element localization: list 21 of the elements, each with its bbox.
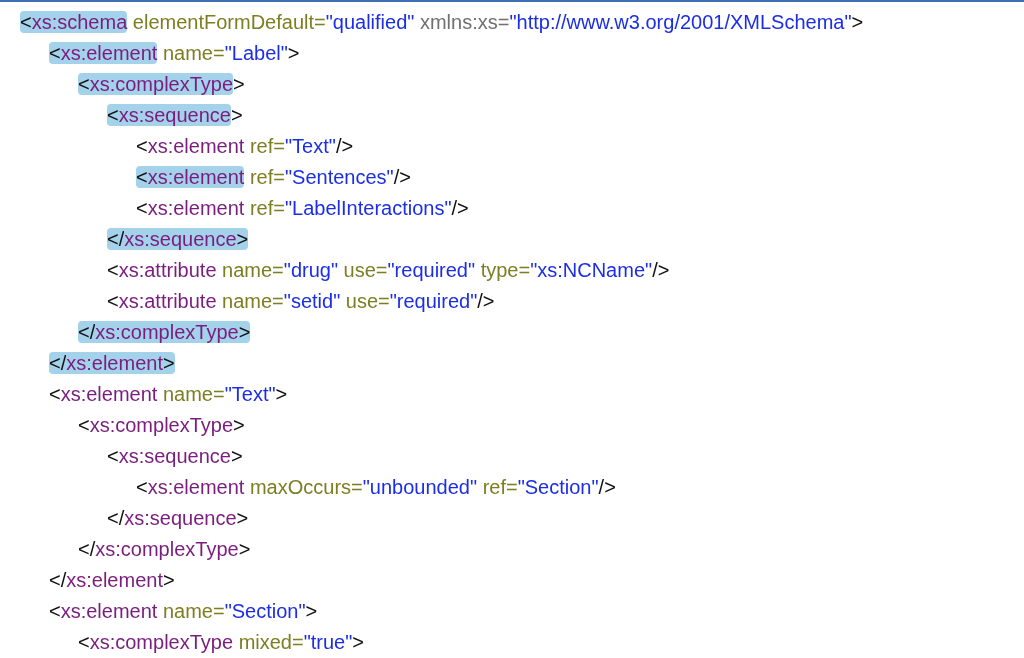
code-line: </xs:element>	[49, 350, 175, 375]
code-line: <xs:complexType>	[78, 412, 245, 437]
code-line: <xs:sequence>	[107, 443, 243, 468]
code-line: <xs:attribute name="drug" use="required" type="xs:NCName"/>	[107, 257, 670, 282]
code-line: <xs:element ref="LabelInteractions"/>	[136, 195, 469, 220]
code-line: <xs:schema elementFormDefault="qualified" xmlns:xs="http://www.w3.org/2001/XMLSchema">	[20, 9, 864, 34]
code-line: </xs:element>	[49, 567, 175, 592]
code-line: <xs:element ref="Sentences"/>	[136, 164, 411, 189]
code-line: <xs:attribute name="setid" use="required"/>	[107, 288, 495, 313]
code-line: <xs:element name="Section">	[49, 598, 318, 623]
code-line: <xs:element name="Label">	[49, 40, 300, 65]
code-line: </xs:sequence>	[107, 505, 249, 530]
code-line: </xs:sequence>	[107, 226, 249, 251]
code-line: <xs:sequence>	[107, 102, 243, 127]
code-line: <xs:element ref="Text"/>	[136, 133, 354, 158]
code-line: </xs:complexType>	[78, 319, 251, 344]
code-line: <xs:element name="Text">	[49, 381, 288, 406]
code-line: <xs:element maxOccurs="unbounded" ref="Section"/>	[136, 474, 616, 499]
code-line: </xs:complexType>	[78, 536, 251, 561]
code-line: <xs:complexType>	[78, 71, 245, 96]
code-line: <xs:complexType mixed="true">	[78, 629, 365, 654]
